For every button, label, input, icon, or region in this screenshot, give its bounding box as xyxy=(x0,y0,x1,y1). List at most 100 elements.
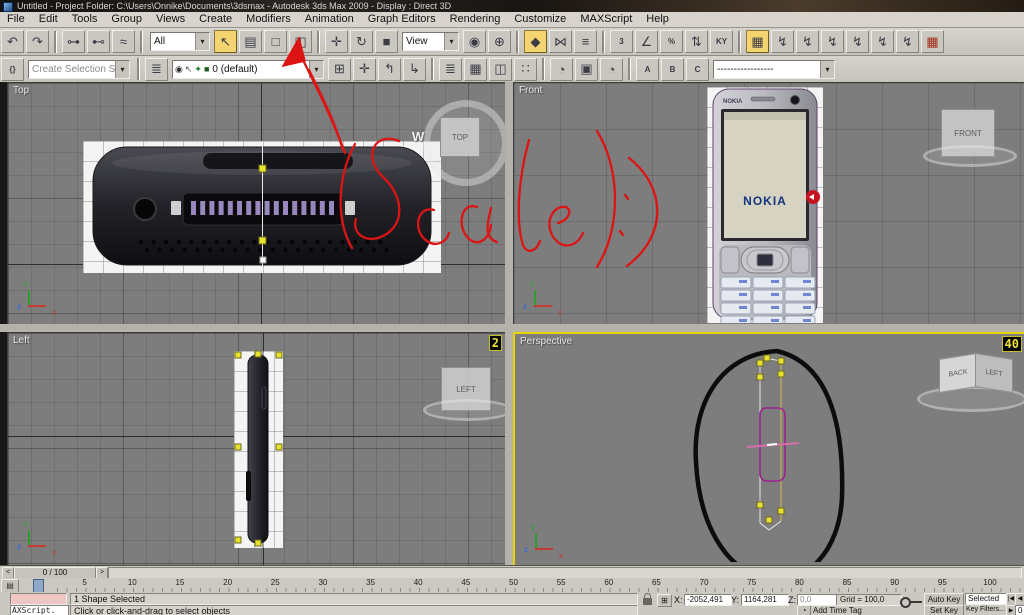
select-objects-in-layer-button[interactable]: ↳ xyxy=(403,58,426,81)
viewcube-ring[interactable] xyxy=(423,399,507,421)
selection-filter-dropdown[interactable]: All▾ xyxy=(150,32,210,51)
snap-tool-3-button[interactable]: ↯ xyxy=(821,30,844,53)
select-and-manipulate-button[interactable]: ⊕ xyxy=(488,30,511,53)
snap-3d-button[interactable]: 3 xyxy=(610,30,633,53)
angle-snap-button[interactable]: ∠ xyxy=(635,30,658,53)
use-pivot-point-center-button[interactable]: ◉ xyxy=(463,30,486,53)
render-preset-a-button[interactable]: A xyxy=(636,58,659,81)
light-lister-button[interactable]: ◫ xyxy=(489,58,512,81)
menu-create[interactable]: Create xyxy=(192,12,239,27)
menu-views[interactable]: Views xyxy=(149,12,192,27)
add-time-tag[interactable]: Add Time Tag xyxy=(813,606,862,615)
chevron-down-icon[interactable]: ▾ xyxy=(444,33,458,50)
spinner-snap-button[interactable]: ⇅ xyxy=(685,30,708,53)
viewport-left[interactable]: LEFT 2 Left yxz xyxy=(7,332,507,566)
selection-lock-icon[interactable] xyxy=(643,598,652,605)
menu-graph-editors[interactable]: Graph Editors xyxy=(361,12,443,27)
menu-rendering[interactable]: Rendering xyxy=(443,12,508,27)
snap-tool-5-button[interactable]: ↯ xyxy=(871,30,894,53)
menu-maxscript[interactable]: MAXScript xyxy=(573,12,639,27)
select-and-rotate-button[interactable]: ↻ xyxy=(350,30,373,53)
menu-animation[interactable]: Animation xyxy=(298,12,361,27)
menu-bar: FileEditToolsGroupViewsCreateModifiersAn… xyxy=(0,12,1024,28)
x-coordinate-field[interactable]: -2052,491 xyxy=(684,594,732,606)
select-and-scale-button[interactable]: ■ xyxy=(375,30,398,53)
menu-modifiers[interactable]: Modifiers xyxy=(239,12,298,27)
undo-button[interactable]: ↶ xyxy=(1,30,24,53)
menu-tools[interactable]: Tools xyxy=(65,12,105,27)
viewport-perspective[interactable]: BACK LEFT 40 Perspective yxz xyxy=(513,332,1024,568)
current-frame-marker[interactable] xyxy=(33,579,44,593)
viewcube-top-face[interactable]: TOP xyxy=(440,117,480,157)
add-selection-to-layer-button[interactable]: ✛ xyxy=(353,58,376,81)
active-layer-dropdown[interactable]: ◉↖✦■0 (default)▾ xyxy=(172,60,324,79)
snap-tool-2-button[interactable]: ↯ xyxy=(796,30,819,53)
snap-override-button[interactable]: ▦ xyxy=(746,30,769,53)
goto-selection-layer-button[interactable]: ↰ xyxy=(378,58,401,81)
scene-explorer-button[interactable]: ▦ xyxy=(464,58,487,81)
mini-curve-editor-button[interactable]: ▤ xyxy=(1,579,19,593)
percent-snap-button[interactable]: % xyxy=(660,30,683,53)
select-by-name-button[interactable]: ▤ xyxy=(239,30,262,53)
macro-recorder-box[interactable] xyxy=(10,593,67,605)
chevron-down-icon[interactable]: ▾ xyxy=(820,61,834,78)
maxscript-mini-listener[interactable]: AXScript. xyxy=(10,605,69,615)
redo-button[interactable]: ↷ xyxy=(26,30,49,53)
create-new-layer-button[interactable]: ⊞ xyxy=(328,58,351,81)
menu-help[interactable]: Help xyxy=(639,12,676,27)
track-view-button[interactable]: ▦ xyxy=(921,30,944,53)
layer-properties-button[interactable]: ≣ xyxy=(439,58,462,81)
edit-named-selection-sets-button[interactable]: {} xyxy=(1,58,24,81)
named-selection-sets-dropdown[interactable]: Create Selection Set▾ xyxy=(28,60,130,79)
viewcube-back-face[interactable]: BACK xyxy=(939,353,977,393)
add-time-tag-icon[interactable]: ◔ xyxy=(797,605,811,615)
title-bar[interactable]: Untitled - Project Folder: C:\Users\Onni… xyxy=(0,0,1024,12)
chevron-down-icon[interactable]: ▾ xyxy=(309,61,323,78)
key-filters-link[interactable]: Key Filters... xyxy=(966,606,1005,613)
menu-file[interactable]: File xyxy=(0,12,32,27)
viewport-front[interactable]: NOKIA NOKIA FR xyxy=(513,82,1024,326)
chevron-down-icon[interactable]: ▾ xyxy=(195,33,209,50)
track-bar-ruler[interactable]: 0510152025303540455055606570758085909510… xyxy=(20,578,1024,592)
keyboard-shortcut-override-button[interactable]: KY xyxy=(710,30,733,53)
layer-list-button[interactable]: ≣ xyxy=(145,58,168,81)
set-key-button[interactable]: Set Key xyxy=(924,605,964,615)
select-and-link-button[interactable]: ⊶ xyxy=(62,30,85,53)
select-object-button[interactable]: ↖ xyxy=(214,30,237,53)
key-mode-dropdown[interactable]: Selected xyxy=(965,593,1009,605)
bind-to-space-warp-button[interactable]: ≈ xyxy=(112,30,135,53)
select-and-move-button[interactable]: ✛ xyxy=(325,30,348,53)
toolbar-separator xyxy=(602,31,605,53)
unlink-selection-button[interactable]: ⊷ xyxy=(87,30,110,53)
menu-edit[interactable]: Edit xyxy=(32,12,65,27)
window-crossing-toggle-button[interactable]: ◫ xyxy=(289,30,312,53)
snap-tool-1-button[interactable]: ↯ xyxy=(771,30,794,53)
current-frame-field[interactable]: 0 xyxy=(1015,605,1024,615)
menu-customize[interactable]: Customize xyxy=(507,12,573,27)
render-preset-b-button[interactable]: B xyxy=(661,58,684,81)
menu-group[interactable]: Group xyxy=(104,12,149,27)
snap-tool-6-button[interactable]: ↯ xyxy=(896,30,919,53)
window-title: Untitled - Project Folder: C:\Users\Onni… xyxy=(17,0,451,12)
render-setup-button[interactable]: ▣ xyxy=(575,58,598,81)
y-coordinate-field[interactable]: 1164,281 xyxy=(741,594,789,606)
render-preset-c-button[interactable]: C xyxy=(686,58,709,81)
viewport-splitter-vertical[interactable] xyxy=(505,82,513,565)
render-presets-dropdown[interactable]: -----------------▾ xyxy=(713,60,835,79)
mirror-button[interactable]: ⋈ xyxy=(549,30,572,53)
viewcube-left-face[interactable]: LEFT xyxy=(975,353,1013,393)
axis-tripod: yxz xyxy=(523,526,563,560)
viewport-top[interactable]: TOP W Top yxz xyxy=(7,82,507,326)
align-button[interactable]: ≡ xyxy=(574,30,597,53)
viewcube-ring[interactable] xyxy=(923,145,1017,167)
rendered-frame-window-button[interactable]: ◔ xyxy=(600,58,623,81)
schematic-view-button[interactable]: ∷ xyxy=(514,58,537,81)
snaps-toggle-button[interactable]: ◆ xyxy=(524,30,547,53)
rectangular-selection-region-button[interactable]: □ xyxy=(264,30,287,53)
snap-tool-4-button[interactable]: ↯ xyxy=(846,30,869,53)
chevron-down-icon[interactable]: ▾ xyxy=(115,61,129,78)
axis-tripod: yxz xyxy=(16,523,56,557)
material-editor-button[interactable]: ◔ xyxy=(550,58,573,81)
absolute-mode-button[interactable]: ⊞ xyxy=(657,594,672,607)
reference-coordinate-system-dropdown[interactable]: View▾ xyxy=(402,32,459,51)
